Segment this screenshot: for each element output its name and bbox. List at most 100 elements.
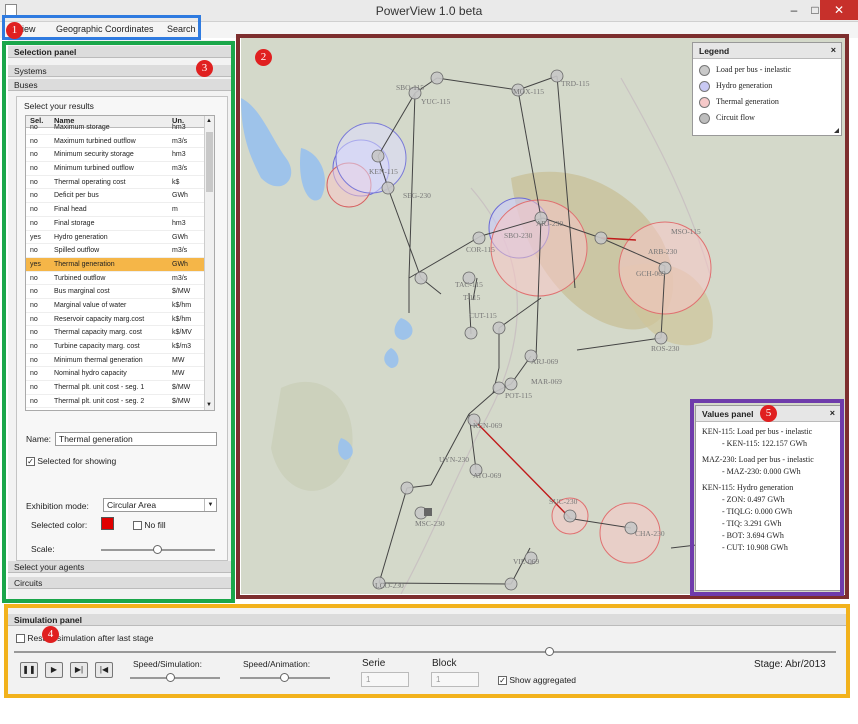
menu-geographic-coordinates[interactable]: Geographic Coordinates [56, 24, 154, 34]
menu-view[interactable]: iew [22, 24, 36, 34]
cell-sel: no [30, 274, 38, 282]
circuits-section[interactable]: Circuits [8, 577, 234, 589]
cell-sel: no [30, 124, 38, 131]
table-row[interactable]: no Minimum thermal generation MW [26, 354, 214, 368]
close-button[interactable]: ✕ [820, 0, 858, 20]
table-row[interactable]: no Turbine capacity marg. cost k$/m3 [26, 340, 214, 354]
bus-label: ARJ-230 [536, 219, 563, 228]
speed-sim-slider[interactable] [130, 677, 220, 679]
show-checkbox[interactable]: ✓ [26, 457, 35, 467]
step-forward-icon: ▶| [74, 665, 84, 674]
table-row[interactable]: no Marginal value of water k$/hm [26, 299, 214, 313]
cell-name: Hydro generation [54, 233, 108, 241]
color-swatch[interactable] [101, 517, 114, 530]
play-icon: ▶ [50, 665, 58, 674]
table-row[interactable]: no Bus marginal cost $/MW [26, 285, 214, 299]
cell-sel: no [30, 343, 38, 350]
bus-label: KEN-115 [369, 167, 398, 176]
cell-name: Nominal hydro capacity [54, 370, 127, 378]
table-row[interactable]: no Final head m [26, 203, 214, 217]
bus-node [504, 377, 518, 391]
table-row[interactable]: no Final storage hm3 [26, 217, 214, 231]
bus-label: MOX-115 [513, 87, 544, 96]
legend-label: Thermal generation [716, 97, 779, 106]
scroll-up-icon[interactable]: ▲ [206, 118, 212, 124]
cell-name: Turbined outflow [54, 274, 106, 282]
legend-label: Circuit flow [716, 113, 755, 122]
table-row[interactable]: no Minimum turbined outflow m3/s [26, 162, 214, 176]
cell-sel: no [30, 329, 38, 337]
cell-unit: $/MW [172, 384, 191, 392]
values-panel: Values panel × KEN-115: Load per bus - i… [695, 405, 841, 591]
mode-select[interactable]: Circular Area ▼ [103, 498, 217, 512]
serie-spinner[interactable]: 1 [361, 672, 409, 687]
stage-slider-knob[interactable] [545, 647, 554, 656]
table-row[interactable]: no Reservoir capacity marg.cost k$/hm [26, 313, 214, 327]
table-row[interactable]: no Maximum storage hm3 [26, 121, 214, 135]
table-row[interactable]: yes Thermal generation GWh [26, 257, 214, 272]
play-button[interactable]: ▶ [45, 662, 63, 678]
stage-slider[interactable] [14, 651, 836, 653]
legend-swatch [699, 96, 710, 108]
nofill-checkbox[interactable] [133, 521, 142, 531]
cell-name: Bus marginal cost [54, 288, 110, 296]
buses-section[interactable]: Buses [8, 79, 234, 91]
bubble-circle [335, 122, 407, 194]
cell-sel: no [30, 192, 38, 200]
value-line: - KEN-115: 122.157 GWh [722, 439, 808, 448]
restart-checkbox[interactable] [16, 634, 25, 644]
table-row[interactable]: no Minimum security storage hm3 [26, 148, 214, 163]
menu-search[interactable]: Search [167, 24, 196, 34]
table-row[interactable]: no Thermal plt. unit cost - seg. 2 $/MW [26, 395, 214, 409]
agents-section[interactable]: Select your agents [8, 561, 234, 573]
cell-name: Marginal value of water [54, 301, 127, 309]
cell-unit: k$/hm [172, 301, 192, 309]
aggregated-checkbox[interactable]: ✓ [498, 676, 507, 686]
nofill-checkbox-row[interactable]: No fill [133, 520, 166, 531]
pause-button[interactable]: ❚❚ [20, 662, 38, 678]
legend-item: Load per bus - inelastic [699, 63, 835, 79]
table-scrollbar[interactable]: ▲ ▼ [204, 116, 214, 410]
legend-item: Circuit flow [699, 111, 835, 127]
aggregated-row[interactable]: ✓ Show aggregated [498, 675, 576, 686]
table-row[interactable]: no Nominal hydro capacity MW [26, 367, 214, 382]
minimize-button[interactable]: – [782, 0, 806, 20]
cell-unit: $/MW [172, 288, 191, 296]
legend-title: Legend [693, 43, 841, 59]
table-row[interactable]: no Deficit per bus GWh [26, 189, 214, 204]
values-close-icon[interactable]: × [830, 408, 835, 418]
table-row[interactable]: no Thermal plt. unit cost - seg. 1 $/MW [26, 381, 214, 395]
show-checkbox-row[interactable]: ✓ Selected for showing [26, 456, 116, 467]
table-row[interactable]: no Maximum turbined outflow m3/s [26, 135, 214, 149]
callout-2: 2 [255, 49, 272, 66]
legend-close-icon[interactable]: × [831, 45, 836, 55]
legend-item: Hydro generation [699, 79, 835, 95]
speed-anim-knob[interactable] [280, 673, 289, 682]
resize-grip-icon[interactable] [834, 128, 839, 133]
table-row[interactable]: yes Hydro generation GWh [26, 231, 214, 245]
scale-slider-knob[interactable] [153, 545, 162, 554]
cell-sel: no [30, 288, 38, 296]
callout-1: 1 [6, 22, 23, 39]
bus-marker [424, 508, 432, 516]
bus-label: ATO-069 [473, 471, 501, 480]
cell-sel: no [30, 178, 38, 186]
table-row[interactable]: no Thermal capacity marg. cost k$/MV [26, 326, 214, 340]
table-row[interactable]: no Spilled outflow m3/s [26, 244, 214, 258]
table-row[interactable]: no Turbined outflow m3/s [26, 272, 214, 286]
step-forward-button[interactable]: ▶| [70, 662, 88, 678]
cell-name: Final head [54, 206, 87, 214]
serie-label: Serie [362, 658, 386, 669]
bus-label: TRD-115 [561, 79, 590, 88]
block-spinner[interactable]: 1 [431, 672, 479, 687]
scroll-down-icon[interactable]: ▼ [206, 402, 212, 408]
cell-sel: no [30, 247, 38, 255]
speed-sim-knob[interactable] [166, 673, 175, 682]
bus-label: MSC-230 [415, 519, 445, 528]
table-row[interactable]: no Thermal operating cost k$ [26, 176, 214, 190]
name-input[interactable]: Thermal generation [55, 432, 217, 446]
restart-row[interactable]: Restart simulation after last stage [16, 633, 154, 644]
cell-unit: hm3 [172, 219, 186, 227]
step-back-button[interactable]: |◀ [95, 662, 113, 678]
cell-sel: no [30, 151, 38, 159]
